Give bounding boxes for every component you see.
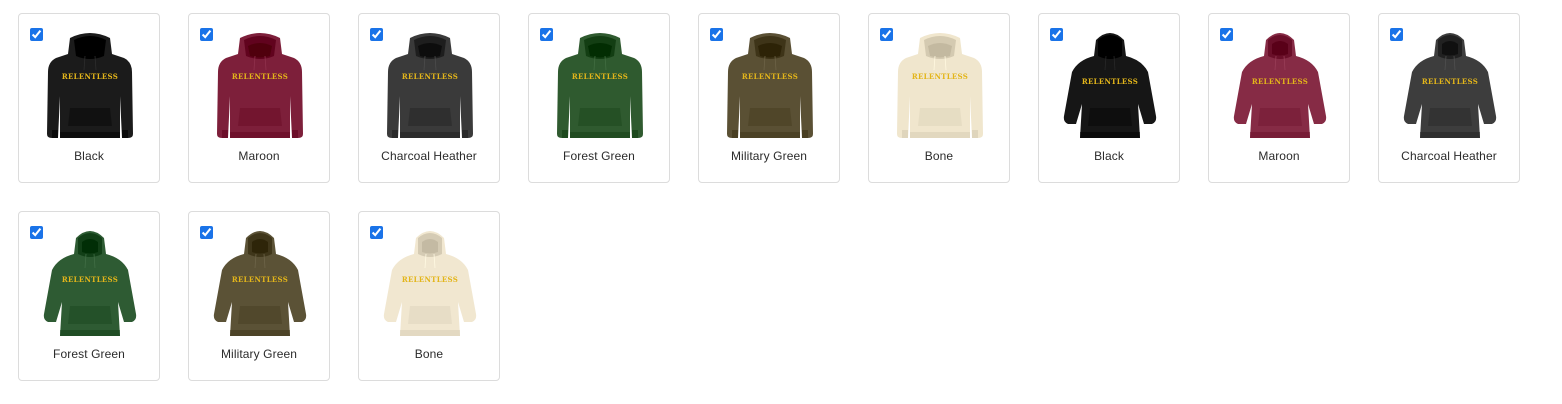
variant-label: Military Green	[220, 347, 298, 361]
svg-text:RELENTLESS: RELENTLESS	[572, 72, 628, 81]
hoodie-image: RELENTLESS	[383, 231, 477, 336]
svg-text:RELENTLESS: RELENTLESS	[912, 72, 968, 81]
variant-card-10[interactable]: RELENTLESS Forest Green	[18, 211, 160, 381]
variant-grid: RELENTLESS Black RELENTLESS Maroon RELEN…	[18, 13, 1520, 381]
hoodie-image: RELENTLESS	[217, 33, 303, 138]
variant-label: Bone	[924, 149, 954, 163]
hoodie-image: RELENTLESS	[1403, 33, 1497, 138]
variant-card-12[interactable]: RELENTLESS Bone	[358, 211, 500, 381]
variant-label: Forest Green	[563, 149, 635, 163]
hoodie-image: RELENTLESS	[213, 231, 307, 336]
variant-label: Black	[74, 149, 104, 163]
variant-label: Forest Green	[53, 347, 125, 361]
variant-label: Black	[1094, 149, 1124, 163]
variant-label: Charcoal Heather	[1401, 149, 1497, 163]
variant-label: Maroon	[238, 149, 280, 163]
hoodie-image: RELENTLESS	[1233, 33, 1327, 138]
svg-text:RELENTLESS: RELENTLESS	[1252, 77, 1308, 86]
variant-label: Military Green	[730, 149, 808, 163]
variant-card-11[interactable]: RELENTLESS Military Green	[188, 211, 330, 381]
variant-card-2[interactable]: RELENTLESS Maroon	[188, 13, 330, 183]
variant-label: Bone	[414, 347, 444, 361]
hoodie-image: RELENTLESS	[47, 33, 133, 138]
hoodie-image: RELENTLESS	[1063, 33, 1157, 138]
hoodie-image: RELENTLESS	[897, 33, 983, 138]
variant-card-7[interactable]: RELENTLESS Black	[1038, 13, 1180, 183]
variant-label: Maroon	[1258, 149, 1300, 163]
svg-text:RELENTLESS: RELENTLESS	[232, 275, 288, 284]
svg-text:RELENTLESS: RELENTLESS	[232, 72, 288, 81]
svg-text:RELENTLESS: RELENTLESS	[62, 275, 118, 284]
svg-text:RELENTLESS: RELENTLESS	[402, 275, 458, 284]
variant-card-3[interactable]: RELENTLESS Charcoal Heather	[358, 13, 500, 183]
variant-card-9[interactable]: RELENTLESS Charcoal Heather	[1378, 13, 1520, 183]
hoodie-image: RELENTLESS	[43, 231, 137, 336]
svg-text:RELENTLESS: RELENTLESS	[62, 72, 118, 81]
svg-text:RELENTLESS: RELENTLESS	[1422, 77, 1478, 86]
svg-text:RELENTLESS: RELENTLESS	[742, 72, 798, 81]
variant-card-5[interactable]: RELENTLESS Military Green	[698, 13, 840, 183]
variant-card-8[interactable]: RELENTLESS Maroon	[1208, 13, 1350, 183]
svg-text:RELENTLESS: RELENTLESS	[402, 72, 458, 81]
variant-card-6[interactable]: RELENTLESS Bone	[868, 13, 1010, 183]
variant-card-1[interactable]: RELENTLESS Black	[18, 13, 160, 183]
variant-label: Charcoal Heather	[381, 149, 477, 163]
hoodie-image: RELENTLESS	[387, 33, 473, 138]
hoodie-image: RELENTLESS	[557, 33, 643, 138]
variant-card-4[interactable]: RELENTLESS Forest Green	[528, 13, 670, 183]
hoodie-image: RELENTLESS	[727, 33, 813, 138]
svg-text:RELENTLESS: RELENTLESS	[1082, 77, 1138, 86]
